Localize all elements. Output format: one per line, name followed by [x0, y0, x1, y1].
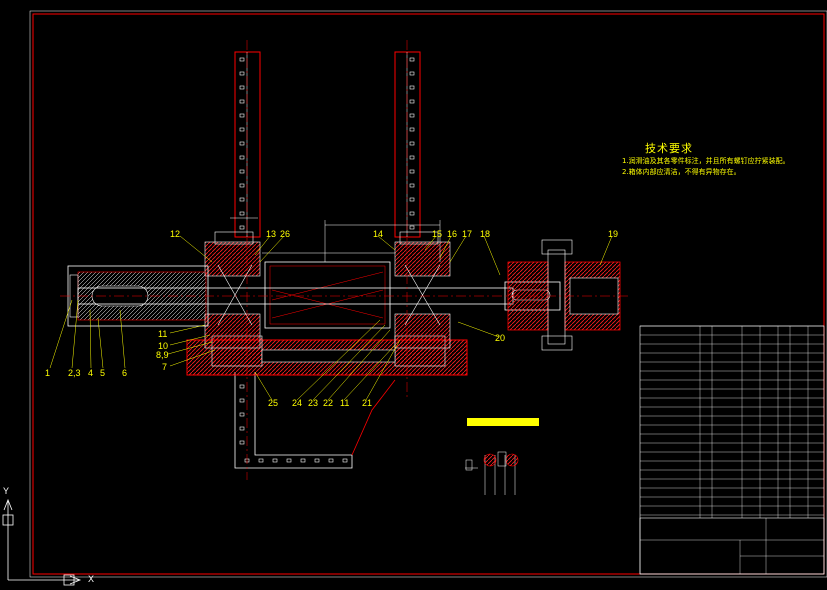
- bolt-hole: [239, 426, 245, 431]
- bolt-hole: [239, 211, 245, 216]
- bolt-hole: [342, 458, 348, 463]
- callout-22: 22: [323, 398, 334, 408]
- drum: [264, 261, 391, 329]
- callout-23: 23: [308, 398, 319, 408]
- leader-line: [457, 321, 500, 338]
- callout-6: 6: [122, 368, 128, 378]
- bolt-hole: [409, 57, 415, 62]
- callout-10: 10: [158, 341, 169, 351]
- base-support: [234, 372, 396, 469]
- bolt-hole: [239, 113, 245, 118]
- leader-line: [97, 317, 104, 369]
- callout-19: 19: [608, 229, 619, 239]
- bolt-hole: [286, 458, 292, 463]
- callout-11-right: 11: [340, 398, 350, 408]
- right-guide-rail: [394, 51, 421, 238]
- bolt-hole: [239, 412, 245, 417]
- callout-12: 12: [170, 229, 181, 239]
- callout-2-3: 2,3: [68, 368, 81, 378]
- leader-line: [71, 299, 79, 369]
- left-bearing-housing: [204, 231, 261, 349]
- bolt-hole: [239, 197, 245, 202]
- tech-requirement-line-2: 2.箱体内部应清洁，不得有异物存在。: [622, 168, 741, 176]
- ucs-x-label: X: [88, 574, 95, 584]
- bolt-hole: [409, 169, 415, 174]
- callout-13: 13: [266, 229, 277, 239]
- callout-8-9: 8,9: [156, 350, 169, 360]
- center-lines: [60, 40, 630, 480]
- callout-16: 16: [447, 229, 458, 239]
- cad-drawing-canvas: [2, 10, 827, 586]
- callout-24: 24: [292, 398, 303, 408]
- detail-view: [465, 451, 519, 495]
- leader-line: [483, 235, 501, 276]
- bolt-hole: [409, 99, 415, 104]
- bolt-hole: [409, 225, 415, 230]
- leader-line: [254, 371, 273, 401]
- bolt-hole: [300, 458, 306, 463]
- bolt-hole: [239, 169, 245, 174]
- bolt-hole: [239, 155, 245, 160]
- callout-17: 17: [462, 229, 473, 239]
- ucs-y-label: Y: [3, 486, 10, 496]
- bolt-hole: [409, 183, 415, 188]
- bolt-hole: [409, 113, 415, 118]
- bolt-hole: [239, 127, 245, 132]
- leader-line: [449, 235, 467, 263]
- parts-list-table: [639, 325, 825, 575]
- bolt-hole: [239, 141, 245, 146]
- leader-line: [599, 235, 613, 266]
- bolt-hole: [409, 127, 415, 132]
- bolt-hole: [409, 155, 415, 160]
- tech-requirement-line-1: 1.润滑油及其各零件标注，并且所有螺钉应拧紧装配。: [622, 157, 790, 165]
- coupling: [507, 239, 621, 351]
- bolt-hole: [409, 141, 415, 146]
- bolt-hole: [328, 458, 334, 463]
- left-guide-rail: [234, 51, 261, 238]
- bolt-hole: [409, 197, 415, 202]
- leader-line: [49, 299, 73, 369]
- callout-5: 5: [100, 368, 106, 378]
- bolt-hole: [239, 183, 245, 188]
- bolt-hole: [258, 458, 264, 463]
- callout-7: 7: [162, 362, 168, 372]
- bolt-hole: [239, 99, 245, 104]
- bolt-hole: [239, 225, 245, 230]
- bolt-hole: [239, 440, 245, 445]
- callout-18: 18: [480, 229, 491, 239]
- leader-line: [259, 235, 285, 263]
- bolt-hole: [239, 71, 245, 76]
- bolt-hole: [409, 211, 415, 216]
- callout-11-left: 11: [158, 329, 168, 339]
- bolt-hole: [239, 384, 245, 389]
- bolt-hole: [409, 71, 415, 76]
- callout-20: 20: [495, 333, 506, 343]
- bolt-hole: [314, 458, 320, 463]
- callout-25: 25: [268, 398, 279, 408]
- ucs-icon: [2, 498, 82, 586]
- right-bearing-housing: [394, 231, 451, 349]
- callout-15: 15: [432, 229, 443, 239]
- callout-1: 1: [45, 368, 51, 378]
- detail-view-title-bar: [467, 418, 539, 426]
- bolt-hole: [239, 85, 245, 90]
- callout-26: 26: [280, 229, 291, 239]
- bolt-hole: [239, 57, 245, 62]
- bolt-hole: [239, 398, 245, 403]
- callout-21: 21: [362, 398, 373, 408]
- callout-14: 14: [373, 229, 384, 239]
- tech-requirements-title: 技术要求: [645, 142, 693, 155]
- bolt-hole: [409, 85, 415, 90]
- bolt-hole: [272, 458, 278, 463]
- callout-4: 4: [88, 368, 94, 378]
